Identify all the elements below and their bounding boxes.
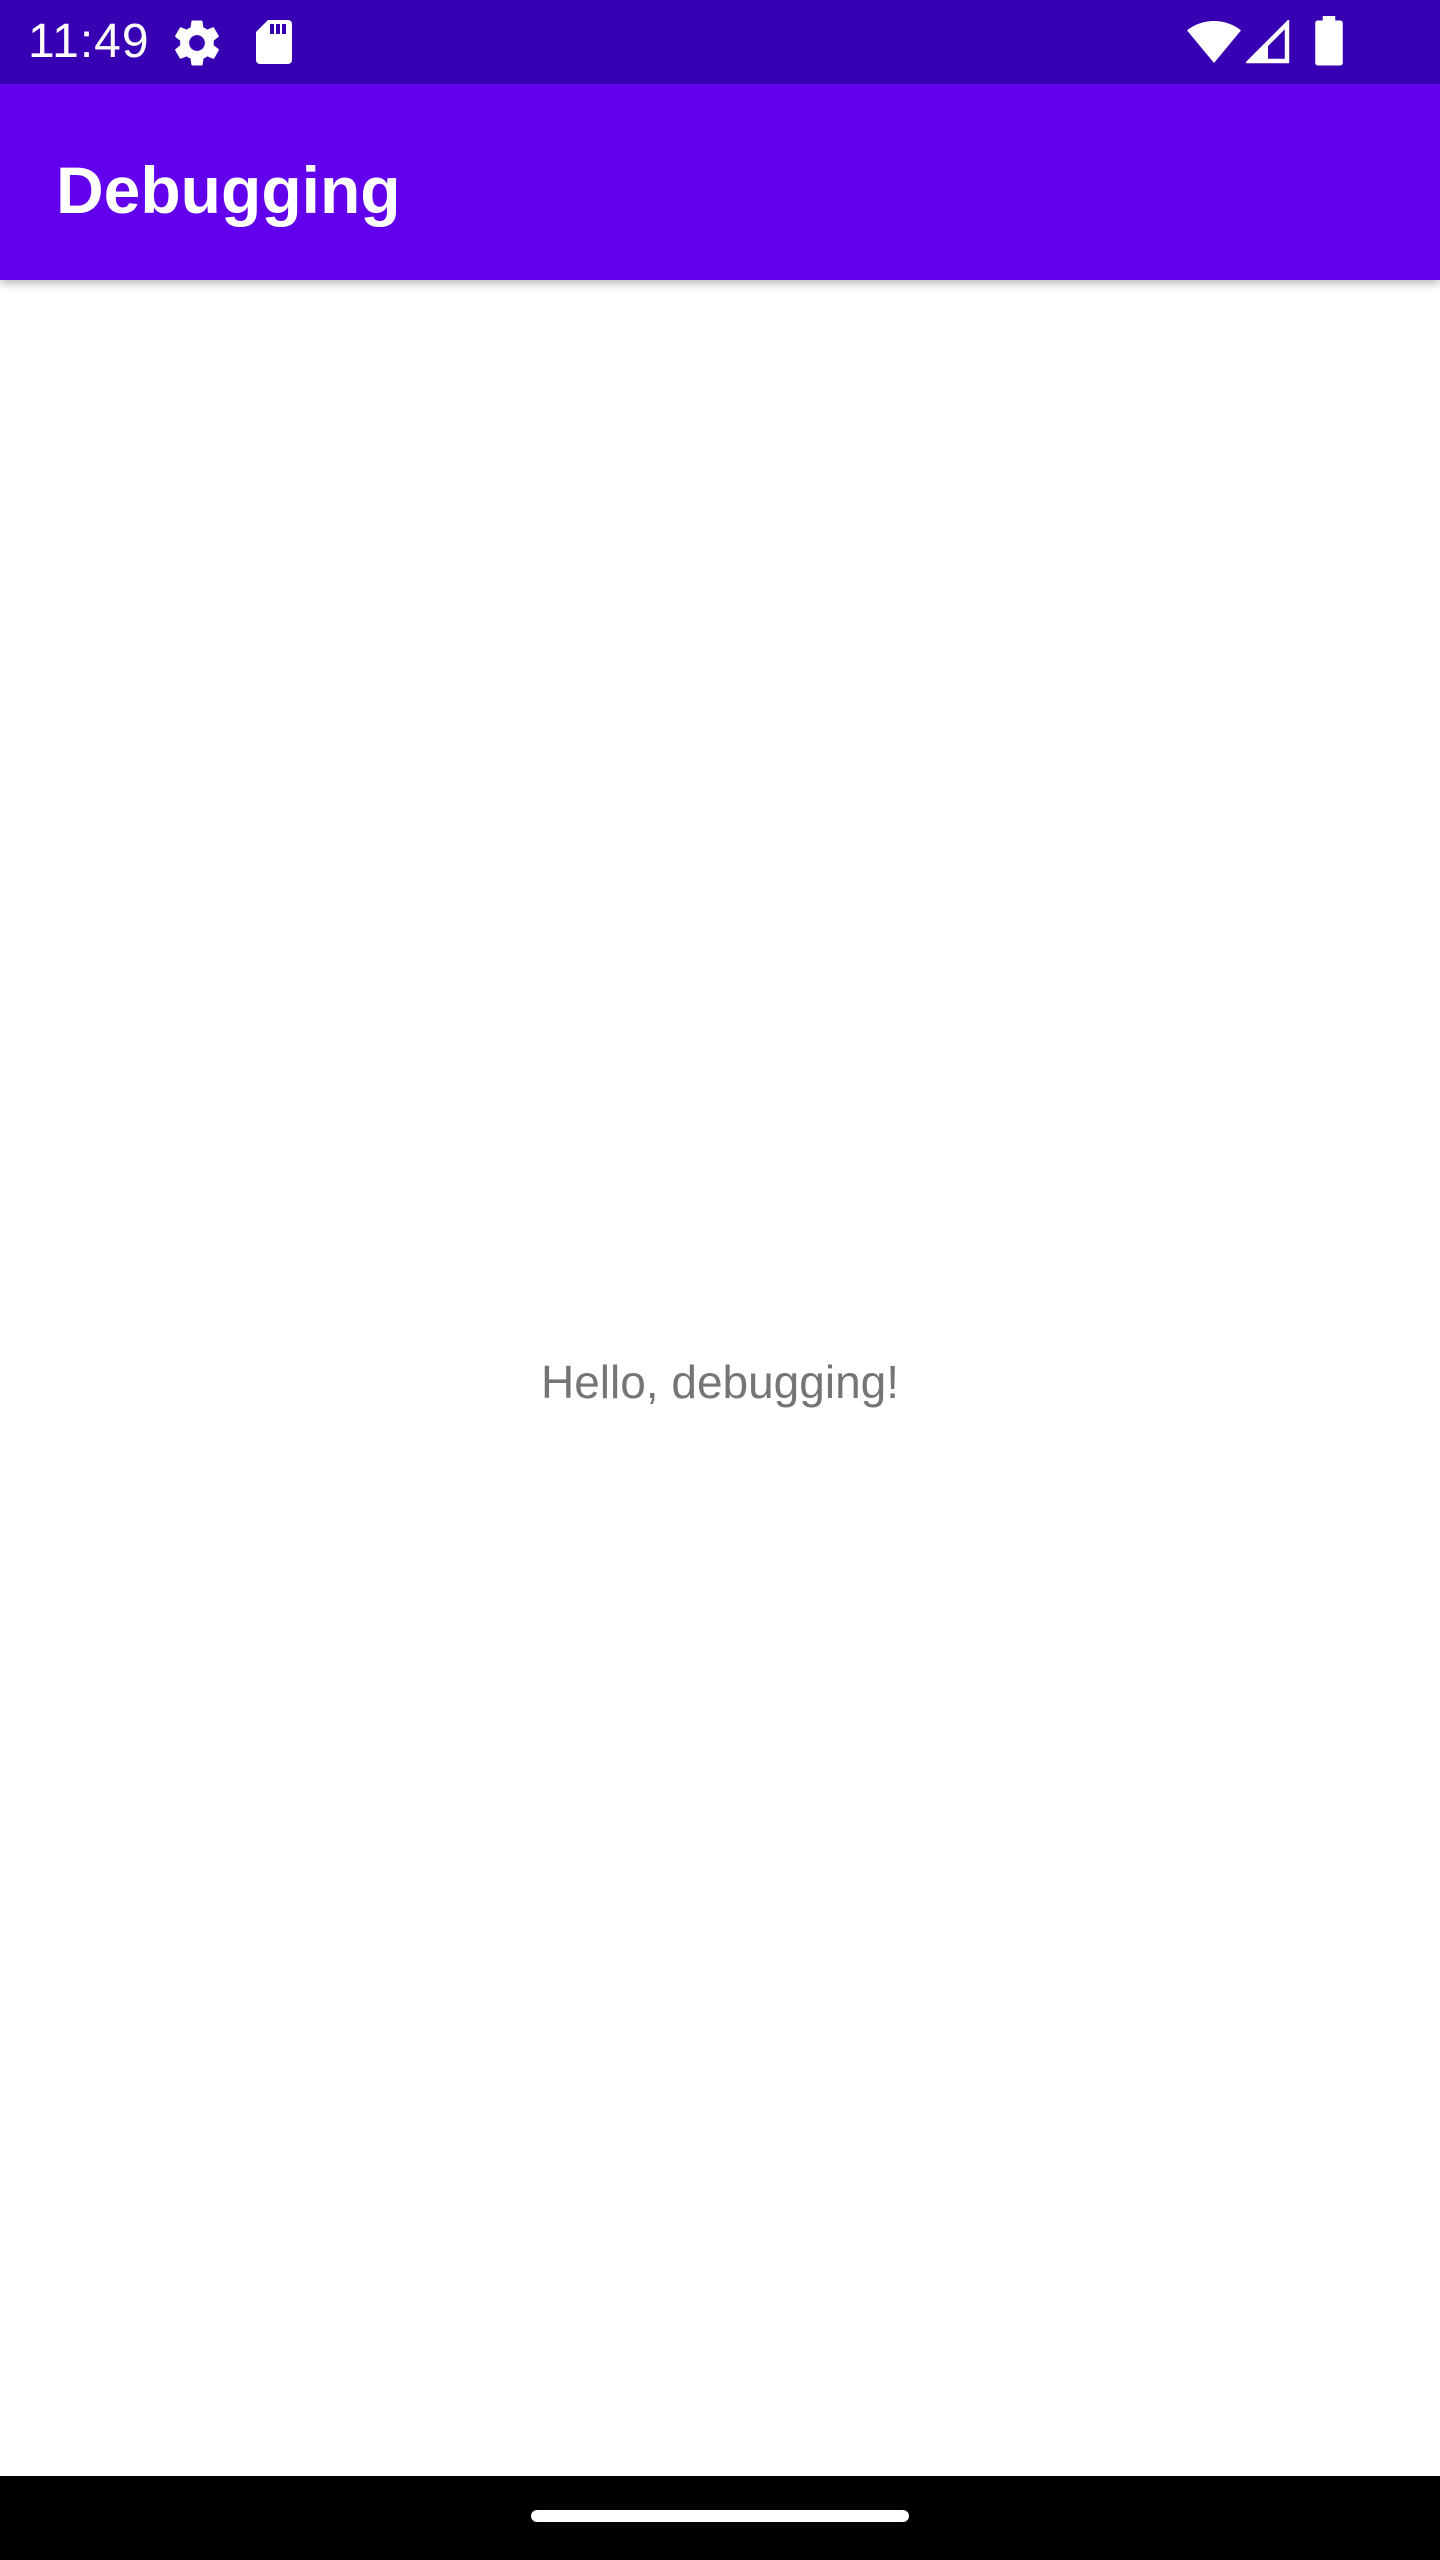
wifi-icon [1187, 21, 1241, 63]
app-bar: Debugging [0, 84, 1440, 280]
signal-icon [1246, 20, 1290, 64]
battery-icon [1315, 16, 1343, 66]
app-title: Debugging [56, 153, 401, 227]
gear-icon [175, 20, 219, 66]
home-handle[interactable] [531, 2510, 909, 2522]
navigation-bar [0, 2476, 1440, 2560]
screen: 11:49 Debugging Hello, debugging! [0, 0, 1440, 2560]
status-bar: 11:49 [0, 0, 1440, 84]
hello-message: Hello, debugging! [540, 1356, 900, 1408]
status-time: 11:49 [28, 15, 150, 68]
sd-card-icon [256, 20, 292, 64]
main-content: Hello, debugging! [0, 280, 1440, 2476]
